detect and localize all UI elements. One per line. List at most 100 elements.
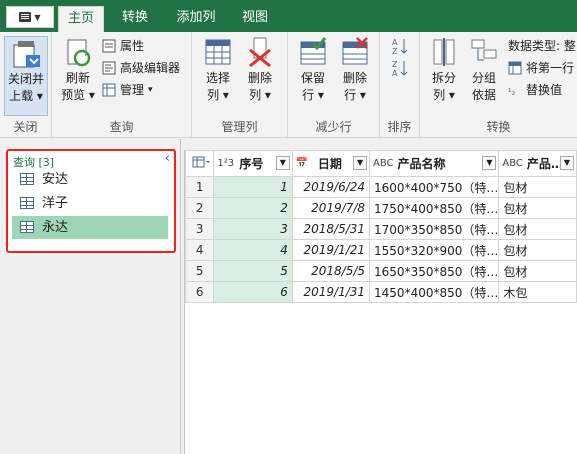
transform-group: 拆分 列 ▾ 分组 依据 数据类型: 整 将第一行 ¹₂ 替换值 转换 [420,32,577,138]
column-name: 日期 [317,157,342,171]
choose-columns-button[interactable]: 选择 列 ▾ [200,36,236,104]
row-number[interactable]: 3 [184,218,215,240]
cell-product[interactable]: 1600*400*750（特… [369,176,500,198]
row-number[interactable]: 4 [184,239,215,261]
cell-id[interactable]: 5 [213,260,293,282]
collapse-pane-icon[interactable]: ‹ [165,151,170,166]
query-item-yongda[interactable]: 永达 [12,216,168,239]
cell-date[interactable]: 2019/1/21 [291,239,371,261]
svg-text:Z: Z [392,60,398,69]
column-header-product-pkg[interactable]: ABC 产品… ▼ [498,150,577,177]
keep-rows-button[interactable]: 保留 行 ▾ [294,36,332,104]
text-type-icon: ABC [502,158,523,169]
file-menu-button[interactable]: ▼ [6,6,54,28]
replace-values-button[interactable]: ¹₂ 替换值 [508,80,562,100]
query-group: 刷新 预览 ▾ 属性 高级编辑器 管理 ▾ 查询 [52,32,192,138]
replace-values-icon: ¹₂ [508,88,516,98]
cell-pkg[interactable]: 包材 [498,260,577,282]
advanced-editor-button[interactable]: 高级编辑器 [102,58,180,78]
column-name: 产品名称 [397,157,446,171]
cell-date[interactable]: 2019/6/24 [291,176,371,198]
remove-rows-label-1: 删除 [342,71,367,85]
column-name: 序号 [239,157,264,171]
cell-pkg[interactable]: 包材 [498,218,577,240]
cell-pkg[interactable]: 包材 [498,197,577,219]
cell-id[interactable]: 1 [213,176,293,198]
table-row: 5 5 2018/5/5 1650*350*850（特… 包材 [184,260,577,282]
queries-list-highlight: 查询 [3] ‹ 安达 洋子 永达 [6,149,176,253]
cell-date[interactable]: 2018/5/31 [291,218,371,240]
advanced-editor-label: 高级编辑器 [120,61,181,75]
cell-product[interactable]: 1700*350*850（特… [369,218,500,240]
split-column-button[interactable]: 拆分 列 ▾ [426,36,462,104]
data-type-label: 数据类型: 整 [508,39,576,53]
refresh-preview-button[interactable]: 刷新 预览 ▾ [60,36,96,104]
table-menu-button[interactable] [184,150,215,177]
sort-ascending-icon: AZ [390,36,410,56]
cell-product[interactable]: 1550*320*900（特… [369,239,500,261]
filter-dropdown-icon[interactable]: ▼ [560,156,574,170]
remove-rows-button[interactable]: 删除 行 ▾ [336,36,374,104]
cell-id[interactable]: 4 [213,239,293,261]
cell-pkg[interactable]: 包材 [498,176,577,198]
cell-pkg[interactable]: 木包 [498,281,577,303]
table-icon [20,173,34,185]
ribbon-tab-bar: ▼ 主页 转换 添加列 视图 [0,0,577,32]
choose-columns-icon [202,36,234,68]
transform-group-label: 转换 [486,120,511,134]
manage-button[interactable]: 管理 ▾ [102,80,153,100]
manage-columns-group-label: 管理列 [221,120,258,134]
tab-home[interactable]: 主页 [58,6,104,32]
tab-transform[interactable]: 转换 [112,6,158,32]
text-type-icon: ABC [373,158,394,169]
cell-id[interactable]: 2 [213,197,293,219]
table-row: 4 4 2019/1/21 1550*320*900（特… 包材 [184,239,577,261]
close-load-label-1: 关闭并 [7,72,44,86]
cell-id[interactable]: 3 [213,218,293,240]
sort-ascending-button[interactable]: AZ [390,36,410,56]
tab-view[interactable]: 视图 [232,6,278,32]
group-by-button[interactable]: 分组 依据 [466,36,502,104]
column-header-product-name[interactable]: ABC 产品名称 ▼ [369,150,500,177]
table-row: 1 1 2019/6/24 1600*400*750（特… 包材 [184,176,577,198]
close-load-icon [10,37,42,69]
cell-product[interactable]: 1650*350*850（特… [369,260,500,282]
data-type-dropdown[interactable]: 数据类型: 整 [508,36,576,56]
row-number[interactable]: 2 [184,197,215,219]
close-and-load-button[interactable]: 关闭并 上载 ▾ [4,36,48,116]
remove-columns-button[interactable]: 删除 列 ▾ [242,36,278,104]
close-load-label-2: 上载 ▾ [9,89,43,103]
cell-date[interactable]: 2018/5/5 [291,260,371,282]
manage-label: 管理 [120,83,145,97]
filter-dropdown-icon[interactable]: ▼ [482,156,497,170]
cell-date[interactable]: 2019/7/8 [291,197,371,219]
row-number[interactable]: 6 [184,281,215,303]
remove-rows-label-2: 行 ▾ [344,88,366,102]
table-icon [20,221,34,233]
query-item-anda[interactable]: 安达 [12,168,168,191]
cell-product[interactable]: 1450*400*850（特… [369,281,500,303]
cell-id[interactable]: 6 [213,281,293,303]
filter-dropdown-icon[interactable]: ▼ [275,156,290,170]
remove-columns-label-2: 列 ▾ [249,88,271,102]
column-header-id[interactable]: 1²3 序号 ▼ [213,150,293,177]
column-name: 产品… [526,157,563,171]
data-preview-grid: 1²3 序号 ▼ 📅 日期 ▼ ABC 产品名称 ▼ ABC 产品… ▼ 1 1 2019/6/… [184,150,577,454]
keep-rows-icon [297,36,329,68]
group-by-icon [468,36,500,68]
column-header-date[interactable]: 📅 日期 ▼ [291,150,371,177]
use-first-row-button[interactable]: 将第一行 [508,58,574,78]
tab-add-column[interactable]: 添加列 [166,6,226,32]
sort-descending-button[interactable]: ZA [390,58,410,78]
row-number[interactable]: 1 [184,176,215,198]
query-item-yangzi[interactable]: 洋子 [12,192,168,215]
close-group-label: 关闭 [13,120,38,134]
filter-dropdown-icon[interactable]: ▼ [353,156,368,170]
cell-pkg[interactable]: 包材 [498,239,577,261]
cell-date[interactable]: 2019/1/31 [291,281,371,303]
cell-product[interactable]: 1750*400*850（特… [369,197,500,219]
refresh-icon [62,36,94,68]
row-number[interactable]: 5 [184,260,215,282]
properties-button[interactable]: 属性 [102,36,144,56]
use-first-row-label: 将第一行 [526,61,575,75]
